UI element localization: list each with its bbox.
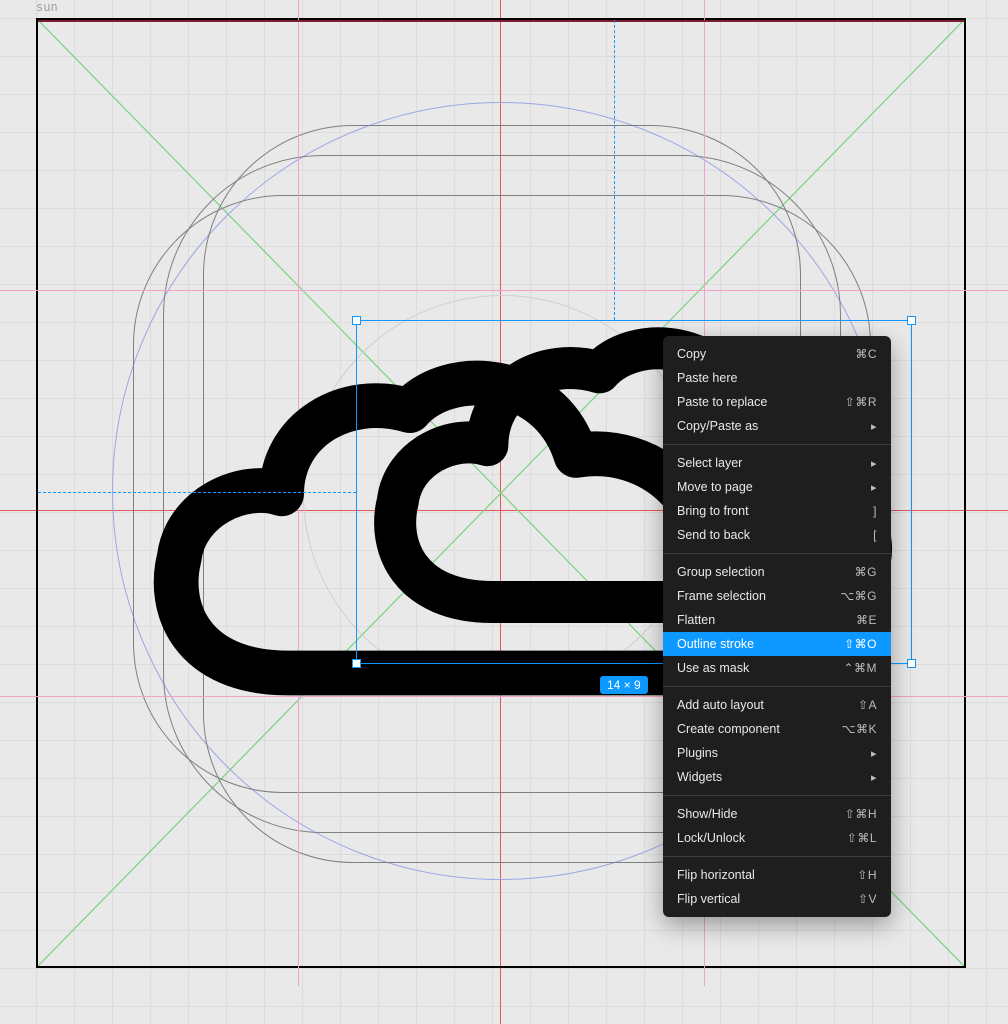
menu-item-show-hide[interactable]: Show/Hide ⇧⌘H	[663, 802, 891, 826]
menu-item-label: Widgets	[677, 770, 722, 784]
menu-item-label: Use as mask	[677, 661, 749, 675]
menu-item-move-to-page[interactable]: Move to page ▸	[663, 475, 891, 499]
resize-handle-tr[interactable]	[907, 316, 916, 325]
menu-item-label: Frame selection	[677, 589, 766, 603]
menu-item-label: Lock/Unlock	[677, 831, 745, 845]
submenu-chevron-icon: ▸	[871, 457, 877, 470]
menu-item-label: Paste to replace	[677, 395, 767, 409]
menu-separator	[663, 686, 891, 687]
frame-top-accent	[38, 20, 964, 22]
frame-label[interactable]: sun	[36, 0, 58, 14]
menu-item-label: Flip vertical	[677, 892, 740, 906]
resize-handle-br[interactable]	[907, 659, 916, 668]
menu-item-label: Plugins	[677, 746, 718, 760]
resize-handle-bl[interactable]	[352, 659, 361, 668]
menu-item-label: Move to page	[677, 480, 753, 494]
submenu-chevron-icon: ▸	[871, 420, 877, 433]
menu-item-create-component[interactable]: Create component ⌥⌘K	[663, 717, 891, 741]
menu-item-label: Copy	[677, 347, 706, 361]
menu-item-send-to-back[interactable]: Send to back [	[663, 523, 891, 547]
menu-item-flatten[interactable]: Flatten ⌘E	[663, 608, 891, 632]
measure-dashed-horizontal	[38, 492, 356, 493]
menu-item-widgets[interactable]: Widgets ▸	[663, 765, 891, 789]
menu-item-label: Outline stroke	[677, 637, 754, 651]
resize-handle-tl[interactable]	[352, 316, 361, 325]
menu-item-copy[interactable]: Copy ⌘C	[663, 342, 891, 366]
menu-item-shortcut: ⌃⌘M	[843, 661, 877, 675]
menu-item-flip-vertical[interactable]: Flip vertical ⇧V	[663, 887, 891, 911]
menu-item-label: Group selection	[677, 565, 765, 579]
submenu-chevron-icon: ▸	[871, 747, 877, 760]
menu-item-shortcut: ⇧H	[857, 868, 877, 882]
menu-item-bring-to-front[interactable]: Bring to front]	[663, 499, 891, 523]
menu-item-label: Bring to front	[677, 504, 749, 518]
menu-item-label: Flatten	[677, 613, 715, 627]
menu-item-label: Create component	[677, 722, 780, 736]
menu-item-use-as-mask[interactable]: Use as mask ⌃⌘M	[663, 656, 891, 680]
menu-item-shortcut: ]	[873, 504, 877, 518]
menu-item-shortcut: [	[873, 528, 877, 542]
menu-item-shortcut: ⇧V	[858, 892, 877, 906]
menu-item-shortcut: ⌘G	[855, 565, 877, 579]
menu-separator	[663, 444, 891, 445]
pink-guide-h1	[0, 290, 1008, 291]
menu-separator	[663, 856, 891, 857]
menu-item-add-auto-layout[interactable]: Add auto layout ⇧A	[663, 693, 891, 717]
menu-item-select-layer[interactable]: Select layer ▸	[663, 451, 891, 475]
menu-item-shortcut: ⇧⌘L	[847, 831, 877, 845]
menu-item-label: Copy/Paste as	[677, 419, 758, 433]
menu-item-flip-horizontal[interactable]: Flip horizontal ⇧H	[663, 863, 891, 887]
menu-item-label: Paste here	[677, 371, 737, 385]
menu-item-shortcut: ⇧A	[858, 698, 877, 712]
menu-item-frame-selection[interactable]: Frame selection ⌥⌘G	[663, 584, 891, 608]
canvas-stage[interactable]: sun	[0, 0, 1008, 1024]
menu-item-paste-here[interactable]: Paste here	[663, 366, 891, 390]
menu-item-paste-to-replace[interactable]: Paste to replace ⇧⌘R	[663, 390, 891, 414]
menu-item-label: Show/Hide	[677, 807, 737, 821]
submenu-chevron-icon: ▸	[871, 481, 877, 494]
menu-item-label: Select layer	[677, 456, 742, 470]
menu-item-plugins[interactable]: Plugins ▸	[663, 741, 891, 765]
menu-item-outline-stroke[interactable]: Outline stroke ⇧⌘O	[663, 632, 891, 656]
menu-item-shortcut: ⇧⌘R	[845, 395, 877, 409]
menu-item-lock-unlock[interactable]: Lock/Unlock ⇧⌘L	[663, 826, 891, 850]
menu-item-shortcut: ⌘C	[855, 347, 877, 361]
selection-size-badge: 14 × 9	[600, 676, 648, 694]
menu-item-shortcut: ⌘E	[856, 613, 877, 627]
menu-item-label: Add auto layout	[677, 698, 764, 712]
menu-item-shortcut: ⇧⌘O	[844, 637, 877, 651]
menu-separator	[663, 553, 891, 554]
measure-dashed-vertical	[614, 20, 615, 320]
context-menu[interactable]: Copy ⌘C Paste here Paste to replace ⇧⌘R Copy/…	[663, 336, 891, 917]
menu-item-group-selection[interactable]: Group selection ⌘G	[663, 560, 891, 584]
menu-item-copy-paste-as[interactable]: Copy/Paste as ▸	[663, 414, 891, 438]
menu-item-label: Send to back	[677, 528, 750, 542]
menu-item-shortcut: ⌥⌘K	[842, 722, 877, 736]
submenu-chevron-icon: ▸	[871, 771, 877, 784]
menu-item-label: Flip horizontal	[677, 868, 755, 882]
menu-item-shortcut: ⌥⌘G	[840, 589, 877, 603]
menu-item-shortcut: ⇧⌘H	[845, 807, 877, 821]
menu-separator	[663, 795, 891, 796]
